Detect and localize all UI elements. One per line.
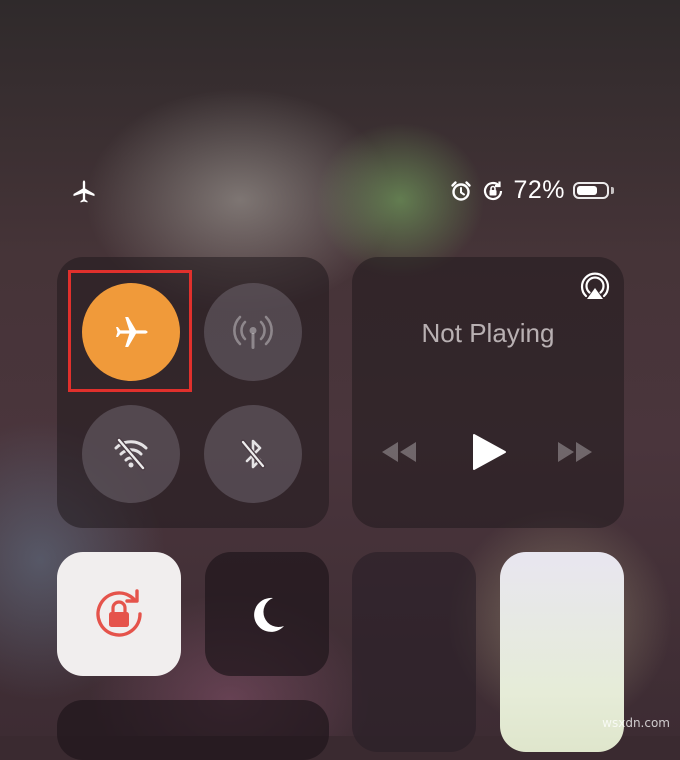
battery-icon: [573, 182, 614, 199]
now-playing-title: Not Playing: [421, 318, 555, 348]
orientation-lock-toggle[interactable]: [57, 552, 181, 676]
alarm-icon: [451, 180, 472, 201]
brightness-slider[interactable]: [352, 552, 476, 752]
status-bar: 72%: [0, 172, 680, 212]
watermark: wsxdn.com: [602, 716, 670, 730]
cellular-antenna-icon: [233, 315, 273, 349]
airplay-icon[interactable]: [578, 270, 612, 304]
orientation-lock-icon: [484, 181, 503, 200]
play-icon[interactable]: [470, 432, 508, 472]
bluetooth-off-icon: [240, 439, 266, 469]
wifi-button[interactable]: [82, 405, 180, 503]
airplane-icon: [73, 180, 95, 203]
orientation-lock-icon: [96, 589, 142, 637]
battery-level-fill: [577, 186, 598, 195]
moon-icon: [254, 597, 284, 632]
battery-percentage: 72%: [513, 176, 565, 204]
do-not-disturb-toggle[interactable]: [205, 552, 329, 676]
bluetooth-button[interactable]: [204, 405, 302, 503]
wifi-off-icon: [114, 437, 148, 471]
screen-mirroring-button[interactable]: [57, 700, 329, 760]
rewind-icon[interactable]: [380, 438, 418, 466]
cellular-data-button[interactable]: [204, 283, 302, 381]
fast-forward-icon[interactable]: [556, 438, 594, 466]
airplane-mode-highlight-box: [68, 270, 192, 392]
